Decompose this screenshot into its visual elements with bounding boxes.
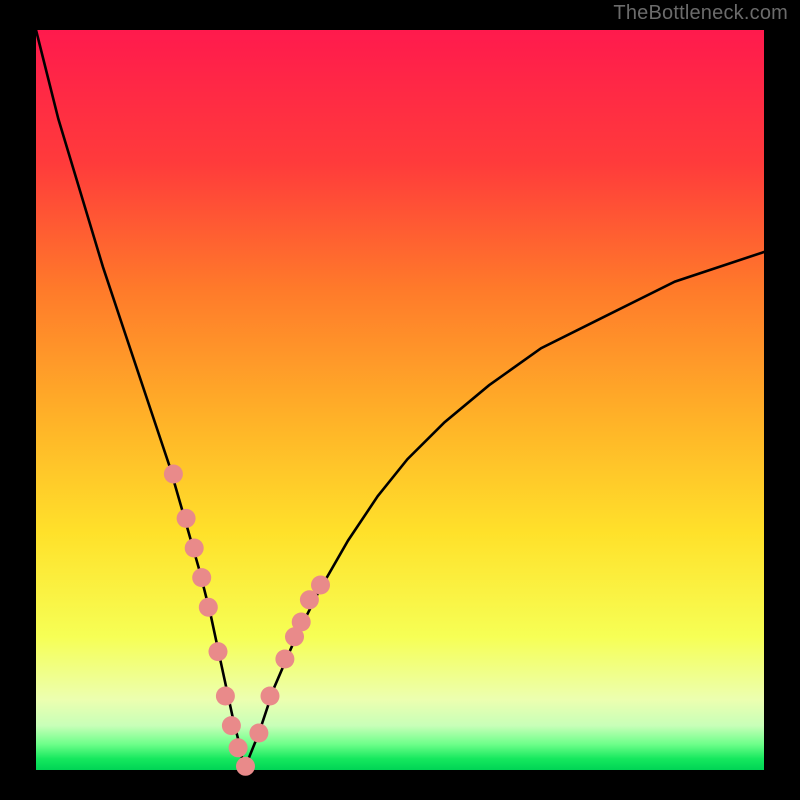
highlight-dot [199,598,218,617]
highlight-dot [177,509,196,528]
bottleneck-chart [0,0,800,800]
highlight-dot [229,738,248,757]
chart-background [36,30,764,770]
highlight-dot [236,757,255,776]
highlight-dot [192,568,211,587]
highlight-dot [209,642,228,661]
watermark-text: TheBottleneck.com [613,2,788,25]
highlight-dot [275,650,294,669]
highlight-dot [216,687,235,706]
highlight-dot [222,716,241,735]
highlight-dot [249,724,268,743]
highlight-dot [292,613,311,632]
highlight-dot [311,576,330,595]
highlight-dot [185,539,204,558]
highlight-dot [261,687,280,706]
highlight-dot [164,465,183,484]
chart-stage: TheBottleneck.com [0,0,800,800]
